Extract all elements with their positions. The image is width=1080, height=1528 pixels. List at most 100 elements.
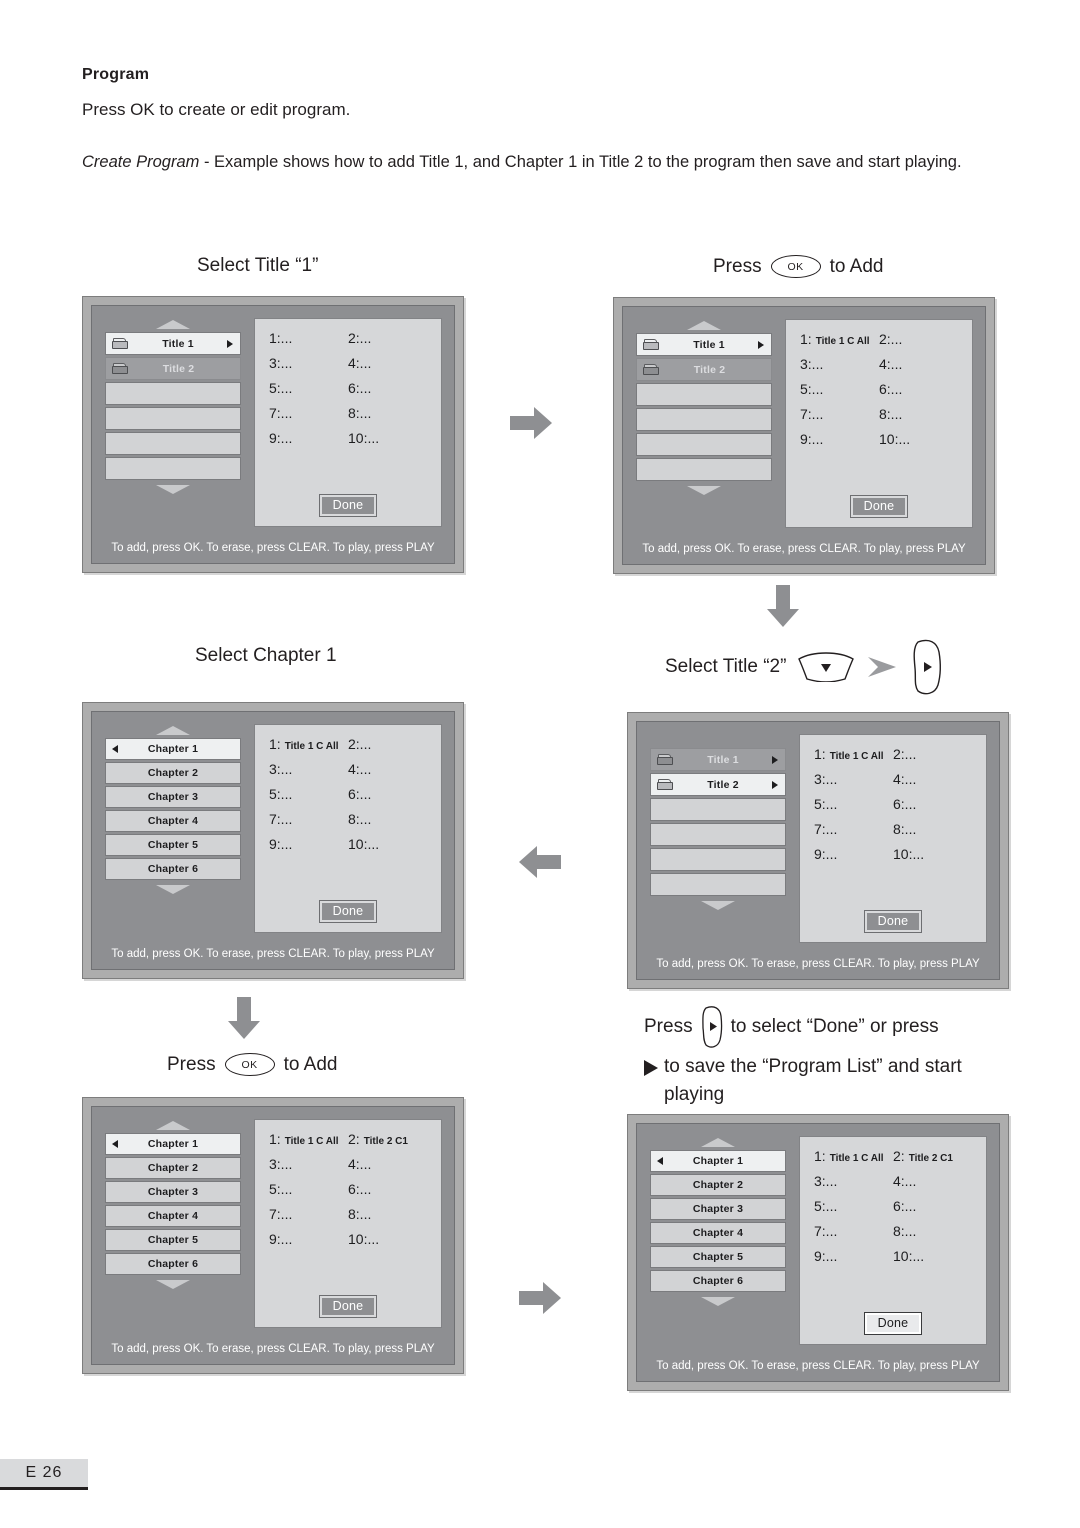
program-slot: 9:... [800, 431, 879, 447]
list-item[interactable] [636, 433, 772, 456]
list-item[interactable]: Title 1 [105, 332, 241, 355]
done-button[interactable]: Done [864, 1312, 922, 1336]
scroll-up-icon[interactable] [156, 320, 190, 329]
scroll-down-icon[interactable] [156, 1280, 190, 1289]
list-item[interactable]: Chapter 6 [105, 1253, 241, 1275]
done-button[interactable]: Done [850, 495, 908, 518]
scroll-up-icon[interactable] [701, 1138, 735, 1148]
list-item[interactable]: Chapter 2 [105, 762, 241, 784]
list-item[interactable]: Chapter 3 [650, 1198, 786, 1221]
list-item[interactable] [636, 458, 772, 481]
program-slot: 10:... [879, 431, 958, 447]
done-button[interactable]: Done [319, 900, 377, 923]
scroll-up-icon[interactable] [156, 1121, 190, 1130]
list-item[interactable]: Chapter 1 [105, 738, 241, 760]
done-button[interactable]: Done [864, 910, 922, 933]
program-slot: 6:... [348, 1181, 427, 1197]
list-item[interactable]: Title 2 [105, 357, 241, 380]
list-item[interactable] [636, 408, 772, 431]
scroll-down-icon[interactable] [701, 901, 735, 910]
list-item[interactable]: Title 1 [636, 333, 772, 356]
folder-icon [112, 362, 129, 375]
status-bar: To add, press OK. To erase, press CLEAR.… [111, 948, 435, 960]
list-item[interactable]: Chapter 4 [105, 810, 241, 832]
list-item[interactable] [650, 798, 786, 821]
step-6-caption-line-2: to save the “Program List” and start pla… [644, 1053, 1009, 1108]
program-slot: 3:... [269, 761, 348, 777]
list-item[interactable]: Chapter 1 [650, 1150, 786, 1173]
list-item[interactable]: Chapter 6 [105, 858, 241, 880]
folder-icon [112, 337, 129, 350]
chevron-right-icon [758, 340, 764, 349]
program-slot: 10:... [348, 836, 427, 852]
program-slot: 6:... [348, 380, 427, 396]
list-item-label: Chapter 3 [147, 791, 199, 803]
program-slot: 8:... [348, 1206, 427, 1222]
list-item[interactable] [650, 873, 786, 896]
program-slot: 5:... [814, 796, 893, 812]
list-item[interactable]: Chapter 4 [650, 1222, 786, 1245]
list-item[interactable] [105, 407, 241, 430]
tv-screen-panel-4: Chapter 1 Chapter 2 Chapter 3 Chapter 4 … [82, 702, 464, 979]
list-item[interactable]: Chapter 5 [105, 834, 241, 856]
tv-body-4: Chapter 1 Chapter 2 Chapter 3 Chapter 4 … [92, 712, 454, 939]
list-item-label: Chapter 1 [147, 1138, 199, 1150]
list-item-label: Title 1 [693, 338, 725, 351]
program-slot-grid: 1: Title 1 C All 2:... 3:... 4:... 5:... … [800, 331, 958, 496]
list-item[interactable]: Chapter 6 [650, 1270, 786, 1293]
step-press-ok-add-title: Press OK to Add Title 1 Title 2 1: Title… [613, 255, 995, 574]
list-item[interactable] [105, 382, 241, 405]
scroll-down-icon[interactable] [156, 485, 190, 494]
scroll-up-icon[interactable] [687, 321, 721, 330]
list-item[interactable] [105, 432, 241, 455]
step-6-caption-save-text: to save the “Program List” and start pla… [664, 1056, 962, 1105]
list-item[interactable] [105, 457, 241, 480]
program-slot-number: 2: [348, 1131, 360, 1147]
folder-icon [643, 338, 660, 351]
program-slot-number: 7:... [269, 811, 293, 827]
step-select-chapter-1: Select Chapter 1 Chapter 1 Chapter 2 Cha… [82, 645, 464, 979]
list-item-label: Chapter 6 [692, 1275, 744, 1288]
program-slot-number: 7:... [269, 405, 293, 421]
list-item[interactable] [650, 848, 786, 871]
program-slot-number: 10:... [893, 1248, 925, 1265]
scroll-up-icon[interactable] [156, 726, 190, 735]
program-slot-number: 1: [814, 1148, 826, 1165]
program-slot: 7:... [814, 821, 893, 837]
list-item[interactable]: Title 1 [650, 748, 786, 771]
list-item[interactable] [636, 383, 772, 406]
step-2-caption-suffix: to Add [829, 255, 884, 277]
program-slot-number: 3:... [269, 761, 293, 777]
program-slot-number: 9:... [269, 1231, 293, 1247]
program-slot-number: 5:... [800, 381, 824, 397]
list-item[interactable]: Chapter 4 [105, 1205, 241, 1227]
tv-body-1: Title 1 Title 2 1:... 2:... 3:... 4:... … [92, 306, 454, 533]
done-button[interactable]: Done [319, 1295, 377, 1318]
done-button[interactable]: Done [319, 494, 377, 517]
scroll-down-icon[interactable] [156, 885, 190, 894]
program-slot: 1: Title 1 C All [814, 746, 893, 762]
list-item[interactable] [650, 823, 786, 846]
list-item[interactable]: Title 2 [636, 358, 772, 381]
program-slot-number: 5:... [269, 786, 293, 802]
program-slot-number: 8:... [893, 821, 917, 837]
list-item[interactable]: Chapter 5 [650, 1246, 786, 1269]
tv-screen-inner-6: Chapter 1 Chapter 2 Chapter 3 Chapter 4 … [636, 1123, 1000, 1383]
tv-screen-inner-5: Chapter 1 Chapter 2 Chapter 3 Chapter 4 … [91, 1106, 455, 1365]
list-item[interactable]: Chapter 3 [105, 1181, 241, 1203]
program-list-1: 1:... 2:... 3:... 4:... 5:... 6:... 7:..… [254, 318, 442, 527]
scroll-down-icon[interactable] [687, 486, 721, 495]
scroll-down-icon[interactable] [701, 1297, 735, 1307]
list-item[interactable]: Chapter 5 [105, 1229, 241, 1251]
list-item-label: Title 1 [162, 337, 194, 350]
list-item[interactable]: Chapter 1 [105, 1133, 241, 1155]
program-slot: 4:... [348, 355, 427, 371]
program-slot: 1: Title 1 C All [269, 1131, 348, 1147]
list-item[interactable]: Chapter 3 [105, 786, 241, 808]
program-slot: 9:... [269, 836, 348, 852]
list-item[interactable]: Chapter 2 [105, 1157, 241, 1179]
program-slot-number: 9:... [800, 431, 824, 447]
list-item[interactable]: Chapter 2 [650, 1174, 786, 1197]
step-2-caption-text: Press [713, 255, 762, 277]
list-item[interactable]: Title 2 [650, 773, 786, 796]
